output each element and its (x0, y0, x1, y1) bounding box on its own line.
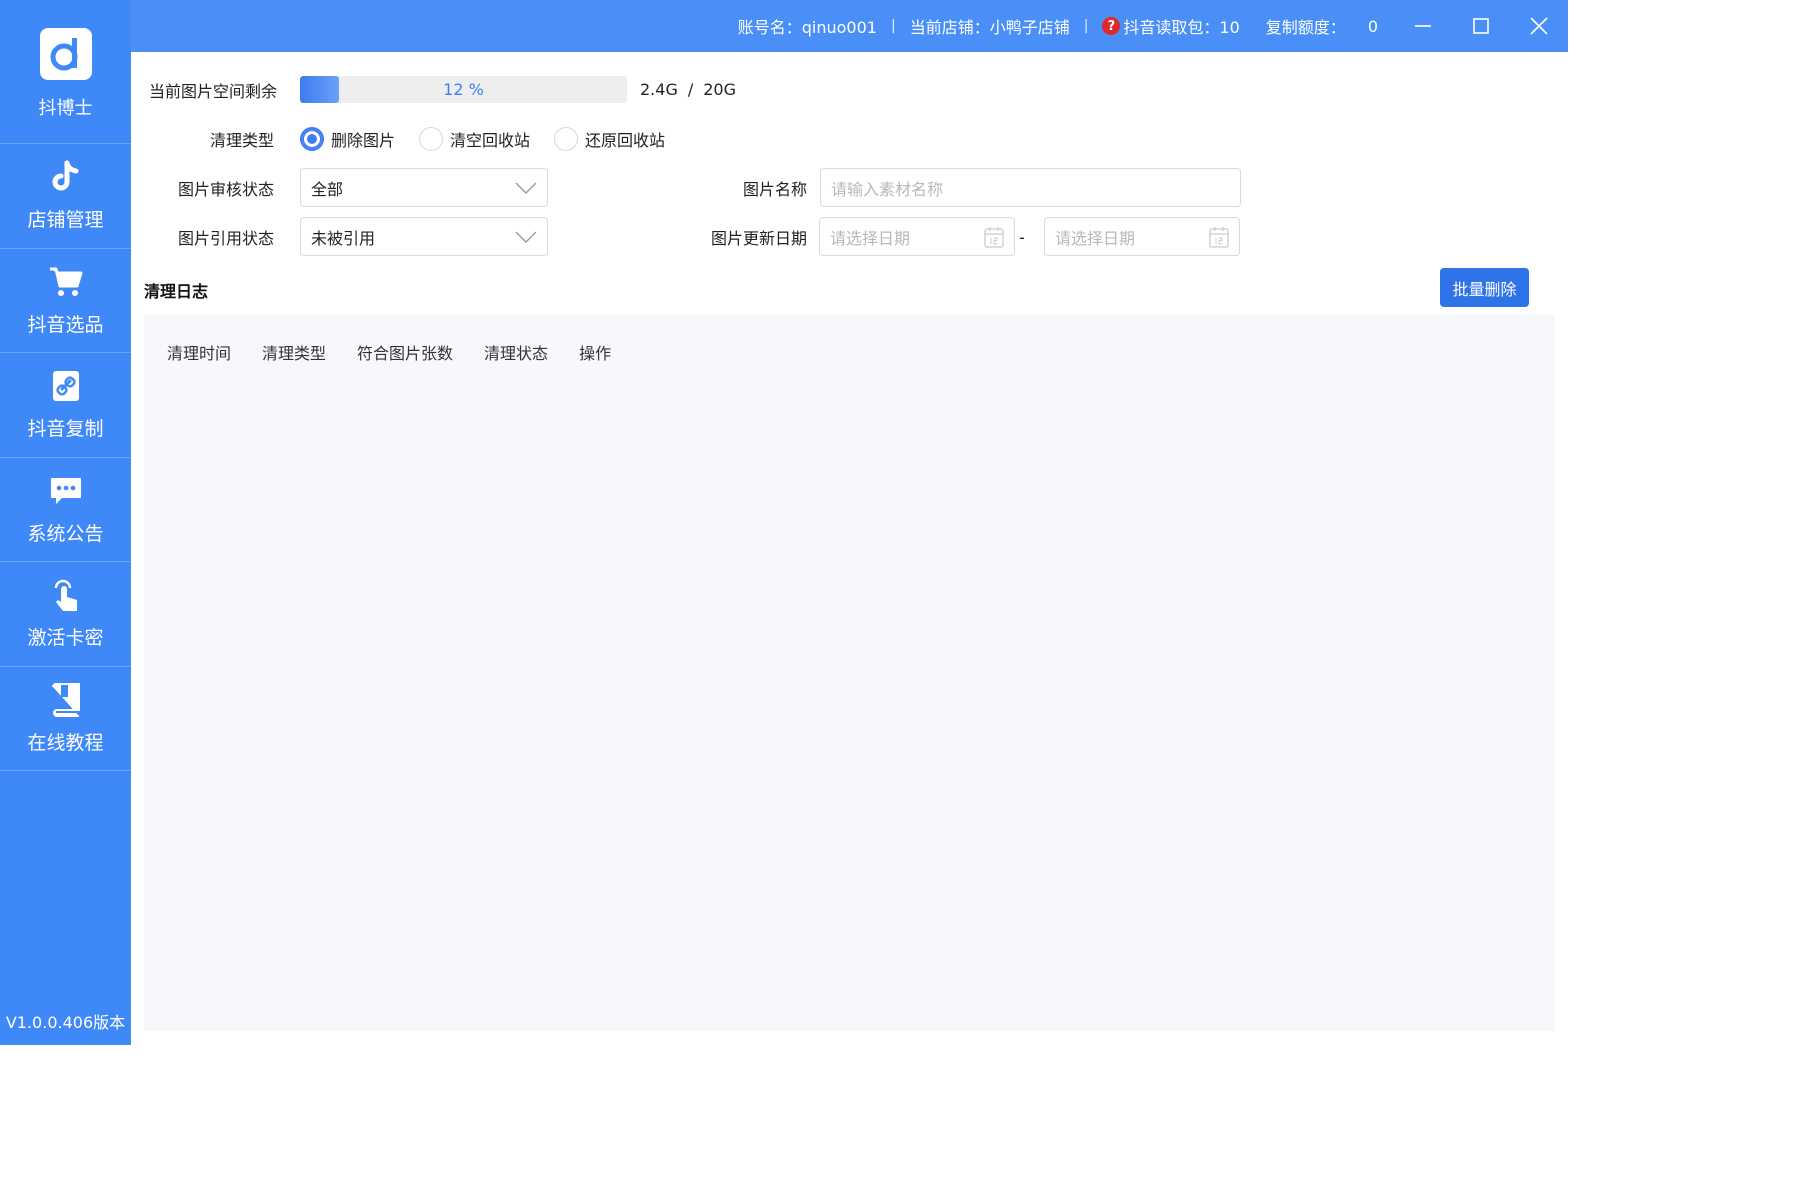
sidebar-item-label: 在线教程 (27, 731, 104, 754)
column-header-actions[interactable]: 操作 (579, 340, 611, 364)
cart-icon (48, 264, 84, 300)
close-button[interactable] (1510, 0, 1568, 52)
radio-empty-recycle-bin[interactable]: 清空回收站 (419, 127, 530, 151)
sidebar-item-tutorials[interactable]: 在线教程 (0, 667, 131, 771)
copy-quota-value: 0 (1367, 16, 1378, 36)
read-packets-group: ? 抖音读取包：10 (1102, 14, 1240, 38)
ref-status-label-row: 图片引用状态 (160, 226, 274, 248)
image-name-label-row: 图片名称 (690, 177, 807, 199)
clean-type-row: 清理类型 删除图片 清空回收站 还原回收站 (160, 125, 689, 153)
update-date-label: 图片更新日期 (710, 229, 807, 248)
sidebar-item-announcements[interactable]: 系统公告 (0, 458, 131, 562)
sidebar-item-label: 店铺管理 (27, 209, 104, 232)
radio-label: 清空回收站 (450, 131, 531, 150)
copy-quota-group: 复制额度： 0 (1266, 14, 1378, 38)
date-range-separator: - (1019, 227, 1025, 247)
storage-row: 当前图片空间剩余 12 % 2.4G / 20G (149, 76, 736, 103)
storage-slash: / (687, 80, 694, 99)
start-date-input[interactable]: 请选择日期 (819, 217, 1015, 256)
clean-log-title: 清理日志 (144, 282, 209, 301)
current-store: 当前店铺：小鸭子店铺 (909, 18, 1070, 37)
end-date-input[interactable]: 请选择日期 (1044, 217, 1240, 256)
radio-checked-icon (300, 127, 324, 151)
review-status-select[interactable]: 全部 (300, 168, 548, 207)
maximize-button[interactable] (1452, 0, 1510, 52)
calendar-icon (1209, 226, 1229, 248)
account-name: 账号名：qinuo001 (737, 18, 877, 37)
storage-total: 20G (703, 80, 736, 99)
select-value: 未被引用 (311, 228, 376, 248)
sidebar-item-label: 系统公告 (27, 522, 104, 545)
storage-progress-bar: 12 % (300, 76, 627, 103)
brand-logo-icon (39, 28, 92, 80)
sidebar-item-store-management[interactable]: 店铺管理 (0, 144, 131, 249)
review-status-label: 图片审核状态 (177, 180, 274, 199)
column-header-clean-type[interactable]: 清理类型 (262, 340, 326, 364)
ref-status-select[interactable]: 未被引用 (300, 217, 548, 256)
separator: | (1083, 18, 1089, 34)
select-value: 全部 (311, 179, 344, 199)
input-placeholder: 请选择日期 (1055, 228, 1136, 248)
input-placeholder: 请输入素材名称 (831, 179, 944, 199)
link-icon (48, 368, 84, 404)
image-name-input[interactable]: 请输入素材名称 (820, 168, 1241, 207)
table-header: 清理时间 清理类型 符合图片张数 清理状态 操作 (167, 340, 642, 364)
image-name-label: 图片名称 (742, 180, 807, 199)
top-bar: 账号名：qinuo001 | 当前店铺：小鸭子店铺 | ? 抖音读取包：10 复… (131, 0, 1568, 52)
sidebar-item-douyin-copy[interactable]: 抖音复制 (0, 353, 131, 458)
radio-unchecked-icon (554, 127, 579, 151)
date-range-separator-row: - (1019, 226, 1025, 248)
ref-status-label: 图片引用状态 (177, 229, 274, 248)
radio-delete-images[interactable]: 删除图片 (300, 127, 395, 151)
column-header-clean-status[interactable]: 清理状态 (484, 340, 548, 364)
sidebar-item-label: 激活卡密 (27, 627, 104, 650)
separator: | (890, 18, 896, 34)
storage-label: 当前图片空间剩余 (149, 81, 278, 101)
storage-used: 2.4G (640, 80, 678, 99)
chat-icon (48, 473, 84, 509)
radio-label: 还原回收站 (585, 131, 666, 150)
review-status-label-row: 图片审核状态 (160, 177, 274, 199)
column-header-clean-time[interactable]: 清理时间 (167, 340, 231, 364)
minimize-button[interactable] (1394, 0, 1452, 52)
radio-restore-recycle-bin[interactable]: 还原回收站 (554, 127, 665, 151)
maximize-icon (1473, 18, 1489, 34)
batch-delete-button[interactable]: 批量删除 (1440, 268, 1529, 307)
chevron-down-icon (515, 231, 537, 243)
sidebar: 抖博士 店铺管理 抖音选品 抖音复制 系统公告 激活卡密 在线教程 V1.0.0… (0, 0, 131, 1045)
copy-quota-label: 复制额度： (1265, 18, 1346, 37)
input-placeholder: 请选择日期 (830, 228, 911, 248)
column-header-image-count[interactable]: 符合图片张数 (357, 340, 453, 364)
radio-unchecked-icon (419, 127, 444, 151)
read-packets: 抖音读取包：10 (1123, 18, 1240, 37)
sidebar-item-label: 抖音选品 (27, 313, 104, 336)
version-label: V1.0.0.406版本 (5, 1013, 126, 1032)
clean-log-table: 清理时间 清理类型 符合图片张数 清理状态 操作 (144, 314, 1555, 1031)
tap-icon (48, 577, 84, 613)
help-icon[interactable]: ? (1102, 17, 1121, 35)
calendar-icon (984, 226, 1004, 248)
minimize-icon (1415, 25, 1431, 27)
clean-type-label: 清理类型 (209, 131, 274, 150)
tiktok-icon (48, 159, 84, 195)
brand[interactable]: 抖博士 (0, 0, 131, 144)
brand-name: 抖博士 (38, 98, 93, 119)
chevron-down-icon (515, 182, 537, 194)
storage-percent: 12 % (443, 80, 484, 99)
sidebar-item-label: 抖音复制 (27, 418, 104, 441)
update-date-label-row: 图片更新日期 (690, 226, 807, 248)
close-icon (1530, 17, 1548, 35)
sidebar-item-activate-card[interactable]: 激活卡密 (0, 562, 131, 667)
sidebar-item-product-selection[interactable]: 抖音选品 (0, 249, 131, 353)
radio-label: 删除图片 (331, 131, 396, 150)
book-icon (48, 682, 84, 718)
